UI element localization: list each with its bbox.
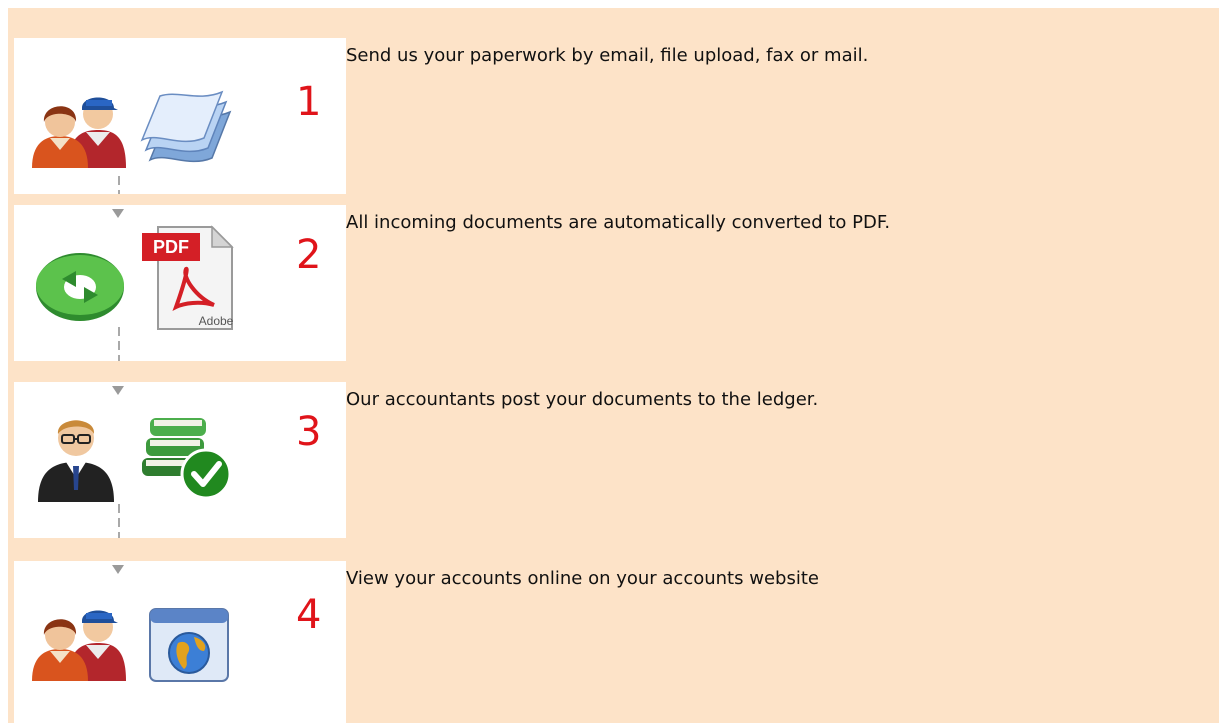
step-2-illustration: PDF Adobe 2 [14, 205, 346, 361]
globe-window-icon [149, 608, 229, 682]
step-3-illustration: 3 [14, 382, 346, 538]
step-description: Our accountants post your documents to t… [346, 389, 819, 410]
step-number: 3 [296, 409, 322, 455]
pdf-caption: Adobe [199, 314, 234, 328]
step-3: 3 Our accountants post your documents to… [14, 382, 1219, 538]
books-check-icon [142, 418, 232, 500]
pdf-file-icon: PDF Adobe [142, 225, 234, 330]
users-icon [32, 610, 126, 681]
step-1-illustration: 1 [14, 38, 346, 194]
down-arrow-icon [112, 209, 124, 218]
step-4-illustration: 4 [14, 561, 346, 723]
pdf-badge: PDF [153, 237, 189, 257]
refresh-icon [36, 253, 124, 321]
paper-stack-icon [140, 90, 232, 163]
accountant-icon [38, 420, 114, 502]
step-number: 1 [296, 79, 322, 125]
step-1: 1 Send us your paperwork by email, file … [14, 38, 1219, 194]
step-number: 2 [296, 232, 322, 278]
step-description: Send us your paperwork by email, file up… [346, 45, 869, 66]
down-arrow-icon [112, 386, 124, 395]
connector-line [118, 176, 120, 194]
users-icon [32, 97, 126, 168]
step-description: All incoming documents are automatically… [346, 212, 891, 233]
connector-line [118, 327, 120, 361]
process-steps-panel: 1 Send us your paperwork by email, file … [8, 8, 1219, 723]
down-arrow-icon [112, 565, 124, 574]
step-number: 4 [296, 592, 322, 638]
step-4: 4 View your accounts online on your acco… [14, 561, 1219, 723]
connector-line [118, 504, 120, 538]
step-2: PDF Adobe 2 All incoming documents are a… [14, 205, 1219, 361]
step-description: View your accounts online on your accoun… [346, 568, 819, 589]
